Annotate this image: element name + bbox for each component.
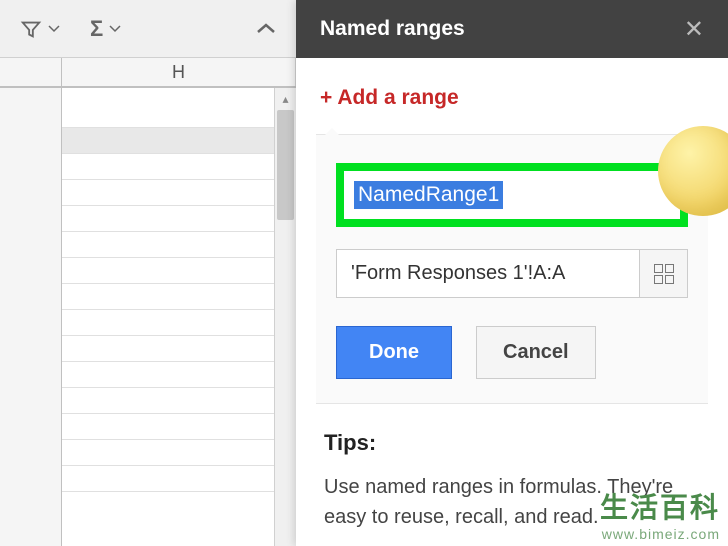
toolbar: Σ [0, 0, 296, 58]
chevron-up-icon [256, 22, 276, 36]
watermark-url: www.bimeiz.com [600, 526, 720, 542]
named-ranges-panel: Named ranges ✕ + Add a range NamedRange1… [296, 0, 728, 546]
cell-row[interactable] [62, 414, 296, 440]
column-header-h[interactable]: H [62, 58, 296, 86]
cell-row[interactable] [62, 88, 296, 128]
collapse-toggle[interactable] [256, 22, 276, 36]
cells-grid[interactable] [62, 88, 296, 546]
panel-title: Named ranges [320, 17, 684, 41]
filter-icon [20, 18, 42, 40]
scroll-up-arrow[interactable]: ▴ [275, 88, 296, 110]
panel-header: Named ranges ✕ [296, 0, 728, 58]
name-input-highlight: NamedRange1 [336, 163, 688, 227]
range-name-input[interactable]: NamedRange1 [344, 171, 680, 219]
add-range-label: + Add a range [320, 86, 459, 110]
select-range-button[interactable] [640, 249, 688, 298]
tips-heading: Tips: [324, 430, 700, 456]
watermark-main: 生活百科 [600, 486, 720, 526]
grid-icon [654, 264, 674, 284]
cell-row[interactable] [62, 206, 296, 232]
sigma-icon: Σ [90, 16, 103, 42]
close-icon[interactable]: ✕ [684, 15, 704, 44]
range-editor: NamedRange1 'Form Responses 1'!A:A [316, 134, 708, 404]
cell-row[interactable] [62, 180, 296, 206]
scrollbar-track[interactable] [275, 110, 296, 524]
chevron-down-icon [109, 25, 121, 33]
cell-row[interactable] [62, 128, 296, 154]
select-all-corner[interactable] [0, 58, 62, 86]
cell-row[interactable] [62, 336, 296, 362]
cell-row[interactable] [62, 362, 296, 388]
vertical-scrollbar[interactable]: ▴ [274, 88, 296, 546]
cell-row[interactable] [62, 310, 296, 336]
cell-row[interactable] [62, 466, 296, 492]
functions-dropdown[interactable]: Σ [90, 16, 121, 42]
watermark: 生活百科 www.bimeiz.com [600, 486, 720, 542]
column-headers: H [0, 58, 296, 88]
cancel-button[interactable]: Cancel [476, 326, 596, 379]
filter-dropdown[interactable] [20, 18, 60, 40]
cell-row[interactable] [62, 232, 296, 258]
cell-row[interactable] [62, 154, 296, 180]
cell-row[interactable] [62, 284, 296, 310]
range-name-value: NamedRange1 [354, 181, 503, 209]
range-reference-input[interactable]: 'Form Responses 1'!A:A [336, 249, 640, 298]
chevron-down-icon [48, 25, 60, 33]
scrollbar-thumb[interactable] [277, 110, 294, 220]
cell-row[interactable] [62, 440, 296, 466]
add-range-button[interactable]: + Add a range [296, 58, 728, 134]
spreadsheet-area: Σ H [0, 0, 296, 546]
done-button[interactable]: Done [336, 326, 452, 379]
row-numbers [0, 88, 62, 546]
cell-row[interactable] [62, 258, 296, 284]
cell-row[interactable] [62, 388, 296, 414]
